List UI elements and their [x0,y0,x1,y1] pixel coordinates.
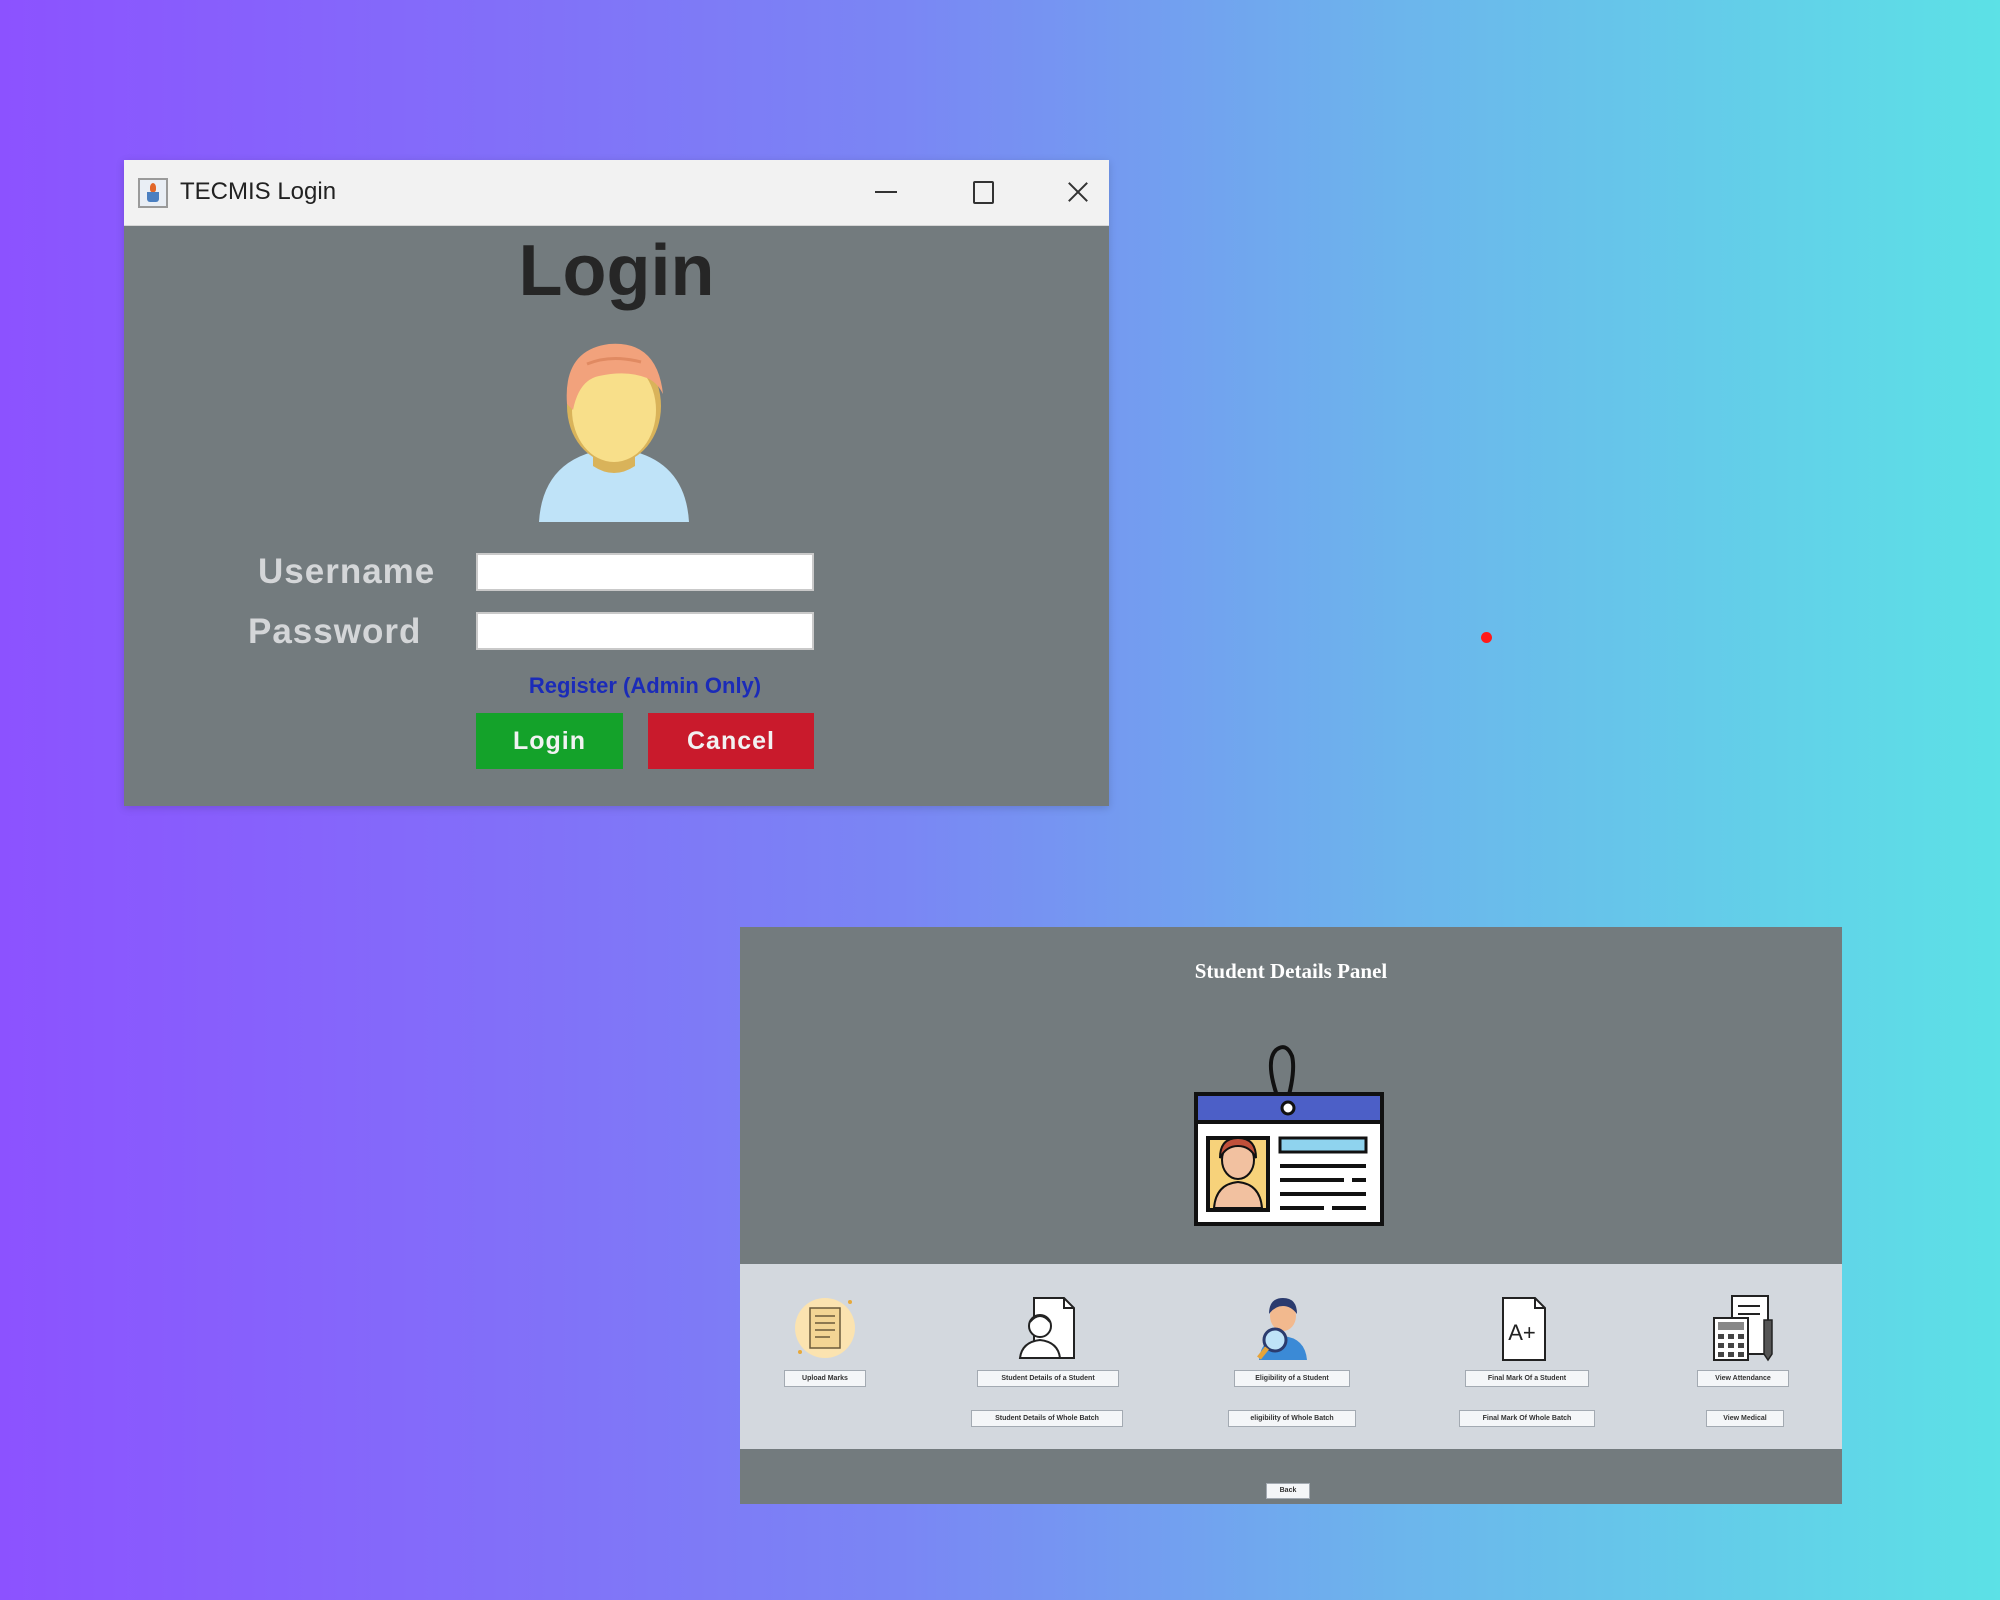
student-details-window: Student Details Panel A+ Upload Marks St… [740,927,1842,1504]
final-mark-of-a-student-button[interactable]: Final Mark Of a Student [1465,1370,1589,1387]
register-link[interactable]: Register (Admin Only) [476,673,814,699]
panel-title: Student Details Panel [1194,959,1388,983]
window-title: TECMIS Login [180,178,337,205]
app-icon [138,178,168,208]
minimize-icon[interactable] [865,172,905,212]
maximize-icon[interactable] [962,172,1002,212]
student-details-of-a-student-button[interactable]: Student Details of a Student [977,1370,1119,1387]
user-avatar-icon [539,343,689,522]
back-button[interactable]: Back [1266,1483,1310,1499]
student-details-of-whole-batch-button[interactable]: Student Details of Whole Batch [971,1410,1123,1427]
id-card-icon [1194,1045,1384,1226]
student-profile-icon [1018,1297,1075,1359]
eligibility-of-a-student-button[interactable]: Eligibility of a Student [1234,1370,1350,1387]
svg-text:A+: A+ [1508,1320,1536,1345]
password-label: Password [248,612,422,651]
grade-a-plus-icon: A+ [1502,1297,1546,1361]
red-dot-marker [1481,632,1492,643]
login-heading: Login [518,231,715,311]
close-icon[interactable] [1058,172,1098,212]
eligibility-of-whole-batch-button[interactable]: eligibility of Whole Batch [1228,1410,1356,1427]
eligibility-search-icon [1257,1298,1307,1360]
action-strip: A+ Upload Marks Student Details of a Stu… [740,1264,1842,1449]
password-input[interactable] [476,612,814,650]
upload-marks-button[interactable]: Upload Marks [784,1370,866,1387]
final-mark-of-whole-batch-button[interactable]: Final Mark Of Whole Batch [1459,1410,1595,1427]
username-label: Username [258,552,436,591]
title-bar: TECMIS Login [124,160,1109,226]
cancel-button[interactable]: Cancel [648,713,814,769]
login-window: TECMIS Login Login Username Password Reg… [124,160,1109,806]
attendance-calculator-icon [1713,1295,1773,1362]
view-attendance-button[interactable]: View Attendance [1697,1370,1789,1387]
login-button[interactable]: Login [476,713,623,769]
upload-marks-icon [795,1298,855,1358]
username-input[interactable] [476,553,814,591]
view-medical-button[interactable]: View Medical [1706,1410,1784,1427]
